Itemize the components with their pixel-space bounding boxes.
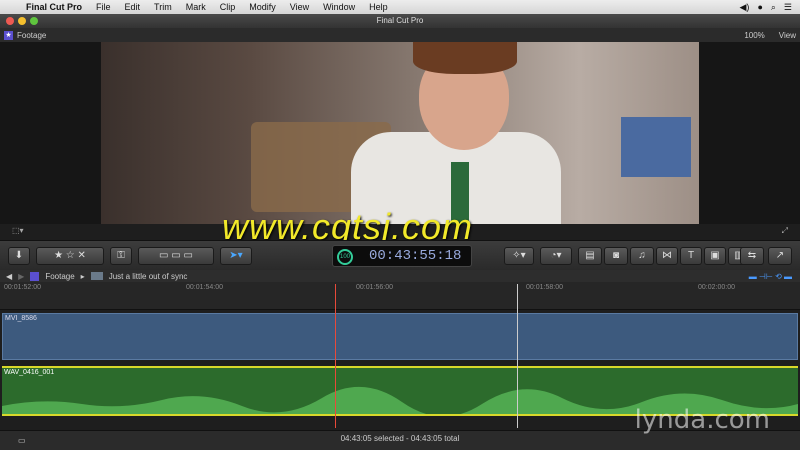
rating-buttons[interactable]: ★ ☆ ✕ xyxy=(36,247,104,265)
menu-edit[interactable]: Edit xyxy=(118,2,148,12)
skimmer xyxy=(517,284,518,428)
menu-file[interactable]: File xyxy=(89,2,118,12)
timeline-navigation: ◀ ▶ Footage ▸ Just a little out of sync … xyxy=(0,270,800,282)
keyword-button[interactable]: ⚿ xyxy=(110,247,132,265)
share-icon[interactable]: ⇆ xyxy=(740,247,764,265)
timeline-tools-icon[interactable]: ▬ ⊣⊢ ⟲ ▬ xyxy=(749,272,800,281)
zoom-menu[interactable]: 100% xyxy=(744,31,774,40)
timecode-display[interactable]: 00:43:55:18 xyxy=(369,248,461,264)
import-button[interactable]: ⬇ xyxy=(8,247,30,265)
menu-trim[interactable]: Trim xyxy=(147,2,179,12)
window-title: Final Cut Pro xyxy=(376,16,424,25)
titles-icon[interactable]: T xyxy=(680,247,702,265)
crumb-separator-icon: ▸ xyxy=(80,271,85,281)
zoom-button[interactable] xyxy=(30,17,38,25)
crumb-project[interactable]: Footage xyxy=(45,272,74,281)
menu-extras: ◀) ● ⌕ ☰ xyxy=(740,2,800,13)
toolbar: ⬇ ★ ☆ ✕ ⚿ ▭ ▭ ▭ ➤▾ 100 00:43:55:18 ✧▾ ◔▾… xyxy=(0,240,800,270)
photo-browser-icon[interactable]: ◙ xyxy=(604,247,628,265)
video-frame xyxy=(101,42,699,224)
menu-mark[interactable]: Mark xyxy=(179,2,213,12)
export-icon[interactable]: ↗ xyxy=(768,247,792,265)
transitions-icon[interactable]: ⋈ xyxy=(656,247,678,265)
hair-shape xyxy=(413,42,517,74)
ruler-tick: 00:01:54:00 xyxy=(186,284,223,291)
fullscreen-icon[interactable]: ⤢ xyxy=(782,226,788,236)
transform-icon[interactable]: ⬚▾ xyxy=(12,226,24,235)
user-icon[interactable]: ● xyxy=(757,2,762,13)
timeline-ruler[interactable]: 00:01:52:00 00:01:54:00 00:01:56:00 00:0… xyxy=(0,282,800,310)
generators-icon[interactable]: ▣ xyxy=(704,247,726,265)
menu-app[interactable]: Final Cut Pro xyxy=(22,2,89,12)
edit-buttons[interactable]: ▭ ▭ ▭ xyxy=(138,247,214,265)
viewer-header: ★ Footage 100% View xyxy=(0,28,800,42)
minimize-button[interactable] xyxy=(18,17,26,25)
inspector-icon[interactable]: ▤ xyxy=(578,247,602,265)
view-menu[interactable]: View xyxy=(779,31,796,40)
music-browser-icon[interactable]: ♫ xyxy=(630,247,654,265)
search-icon[interactable]: ⌕ xyxy=(771,2,776,13)
list-icon[interactable]: ☰ xyxy=(784,2,792,13)
volume-icon[interactable]: ◀) xyxy=(740,2,750,13)
event-icon: ★ xyxy=(4,30,13,40)
ruler-tick: 00:01:52:00 xyxy=(4,284,41,291)
menu-clip[interactable]: Clip xyxy=(213,2,243,12)
video-clip-label: MVI_8586 xyxy=(5,315,37,322)
background-tasks-icon[interactable]: 100 xyxy=(337,249,353,265)
menu-window[interactable]: Window xyxy=(316,2,362,12)
ruler-tick: 00:02:00:00 xyxy=(698,284,735,291)
select-tool-button[interactable]: ➤▾ xyxy=(220,247,252,265)
viewer xyxy=(0,42,800,224)
project-icon xyxy=(30,271,40,281)
window-titlebar: Final Cut Pro xyxy=(0,14,800,28)
ruler-tick: 00:01:56:00 xyxy=(356,284,393,291)
dashboard: 100 00:43:55:18 xyxy=(332,245,472,267)
crumb-clip[interactable]: Just a little out of sync xyxy=(109,272,188,281)
menu-modify[interactable]: Modify xyxy=(242,2,283,12)
close-button[interactable] xyxy=(6,17,14,25)
back-arrow-icon[interactable]: ◀ xyxy=(6,272,12,281)
folder-shape xyxy=(621,117,691,177)
menu-help[interactable]: Help xyxy=(362,2,395,12)
forward-arrow-icon[interactable]: ▶ xyxy=(18,272,24,281)
retime-button[interactable]: ◔▾ xyxy=(540,247,572,265)
viewer-event-name: Footage xyxy=(17,30,47,40)
window-controls xyxy=(6,17,38,25)
timeline-index-icon[interactable]: ▭ xyxy=(18,433,26,449)
menu-bar: Final Cut Pro File Edit Trim Mark Clip M… xyxy=(0,0,800,14)
enhance-button[interactable]: ✧▾ xyxy=(504,247,534,265)
playhead[interactable] xyxy=(335,284,336,428)
menu-view[interactable]: View xyxy=(283,2,316,12)
ruler-tick: 00:01:58:00 xyxy=(526,284,563,291)
clip-thumbnail xyxy=(90,272,103,280)
selection-status: 04:43:05 selected - 04:43:05 total xyxy=(340,434,460,443)
video-clip[interactable]: MVI_8586 xyxy=(2,313,798,360)
lynda-logo: lynda.com xyxy=(634,405,770,435)
